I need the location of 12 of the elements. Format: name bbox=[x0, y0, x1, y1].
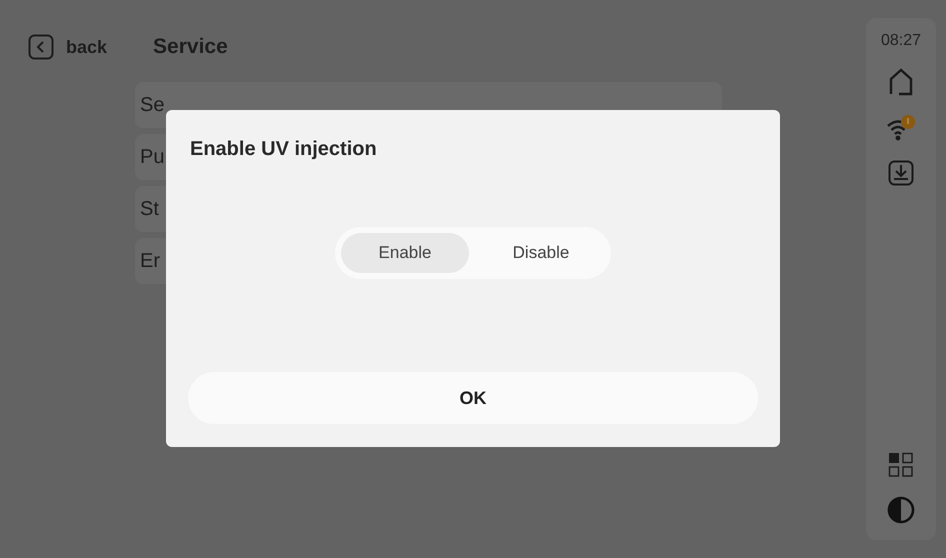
ok-button[interactable]: OK bbox=[188, 372, 758, 424]
chevron-left-icon bbox=[28, 34, 54, 60]
page-title: Service bbox=[153, 35, 228, 59]
option-tab[interactable]: Disable bbox=[477, 232, 605, 272]
download-icon[interactable] bbox=[888, 160, 914, 186]
option-tab[interactable]: Enable bbox=[341, 232, 469, 272]
clock-time: 08:27 bbox=[880, 32, 922, 50]
dialog-title: Enable UV injection bbox=[189, 138, 378, 161]
contrast-icon[interactable] bbox=[887, 496, 915, 524]
wifi-icon[interactable] bbox=[886, 114, 916, 142]
home-icon[interactable] bbox=[888, 68, 914, 96]
grid-icon[interactable] bbox=[888, 452, 914, 478]
